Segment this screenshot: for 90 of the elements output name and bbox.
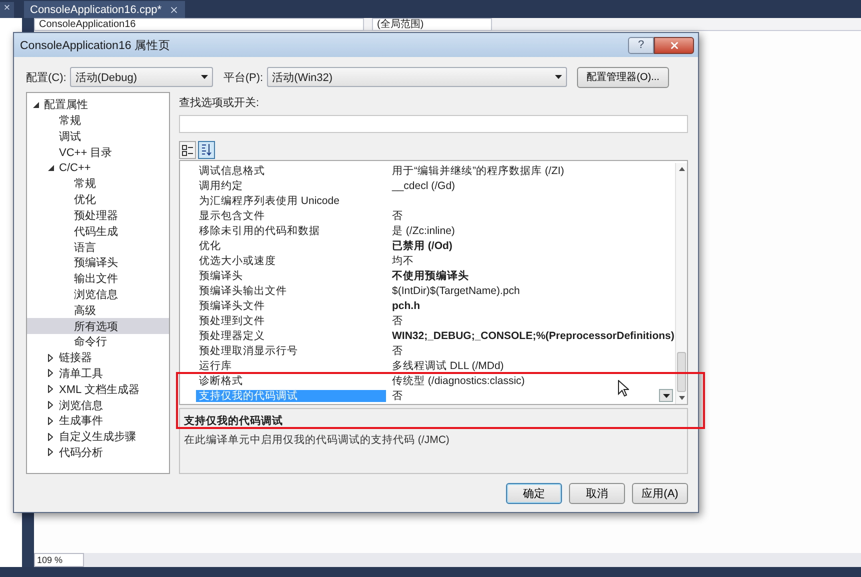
config-label: 配置(C): xyxy=(26,70,66,84)
property-name[interactable]: 预编译头 xyxy=(196,270,386,282)
scroll-down-icon xyxy=(678,396,684,400)
property-value: __cdecl (/Gd) xyxy=(392,180,456,192)
tree-item[interactable]: 命令行 xyxy=(27,334,169,350)
tree-item[interactable]: 浏览信息 xyxy=(27,286,169,302)
view-button[interactable] xyxy=(179,141,196,159)
tree-item[interactable]: 所有选项 xyxy=(27,318,169,334)
tree-item[interactable]: 优化 xyxy=(27,192,169,208)
tree-item[interactable]: 语言 xyxy=(27,239,169,255)
scrollbar[interactable] xyxy=(675,163,687,404)
tree-item[interactable]: 预处理器 xyxy=(27,208,169,224)
tree-item[interactable]: 清单工具 xyxy=(27,366,169,382)
tree-item[interactable]: XML 文档生成器 xyxy=(27,381,169,398)
dialog-button[interactable]: 取消 xyxy=(569,483,625,504)
expanded-triangle-icon xyxy=(48,165,54,172)
view-button[interactable] xyxy=(198,141,215,159)
property-name[interactable]: 诊断格式 xyxy=(196,374,386,386)
property-value: 否 xyxy=(392,388,403,402)
sort-icon xyxy=(201,144,212,156)
property-name[interactable]: 调试信息格式 xyxy=(196,164,386,176)
property-value: WIN32;_DEBUG;_CONSOLE;%(PreprocessorDefinitions) xyxy=(392,330,674,342)
config-manager-button[interactable]: 配置管理器(O)... xyxy=(577,66,670,88)
scrollbar-thumb[interactable] xyxy=(677,352,686,392)
tree-item[interactable]: 调试 xyxy=(27,128,169,144)
description-title: 支持仅我的代码调试 xyxy=(184,414,284,428)
class-dropdown[interactable]: ConsoleApplication16 xyxy=(34,18,364,31)
property-name[interactable]: 优选大小或速度 xyxy=(196,254,386,266)
property-value: pch.h xyxy=(392,300,420,312)
tree-item[interactable]: 输出文件 xyxy=(27,270,169,287)
property-name[interactable]: 移除未引用的代码和数据 xyxy=(196,224,386,236)
caret-icon xyxy=(201,75,208,79)
tree-item[interactable]: 常规 xyxy=(27,112,169,129)
tree-item[interactable]: 代码分析 xyxy=(27,444,169,460)
dialog-title: ConsoleApplication16 属性页 xyxy=(20,38,172,52)
config-dropdown[interactable]: 活动(Debug) xyxy=(70,67,214,87)
scope-dropdown[interactable]: (全局范围) xyxy=(372,18,492,31)
tree-item[interactable]: 浏览信息 xyxy=(27,397,169,413)
tree-item[interactable]: VC++ 目录 xyxy=(27,144,169,160)
search-label: 查找选项或开关: xyxy=(179,96,260,110)
mouse-pointer-icon xyxy=(618,380,629,397)
close-button[interactable] xyxy=(654,36,694,54)
tree-item[interactable]: 生成事件 xyxy=(27,412,169,429)
property-value: $(IntDir)$(TargetName).pch xyxy=(392,284,520,296)
property-name[interactable]: 调用约定 xyxy=(196,180,386,192)
expanded-triangle-icon xyxy=(33,102,39,108)
platform-dropdown[interactable]: 活动(Win32) xyxy=(267,67,568,87)
property-value: 否 xyxy=(392,208,403,222)
zoom-dropdown[interactable]: 109 % xyxy=(34,553,84,567)
tree-item[interactable]: 链接器 xyxy=(27,350,169,366)
dialog-button[interactable]: 确定 xyxy=(506,483,562,504)
help-button[interactable]: ? xyxy=(628,36,654,54)
caret-icon xyxy=(555,75,562,79)
property-name[interactable]: 预处理取消显示行号 xyxy=(196,344,386,356)
tree-item[interactable]: 常规 xyxy=(27,176,169,192)
property-value: 多线程调试 DLL (/MDd) xyxy=(392,358,504,372)
property-name[interactable]: 预处理到文件 xyxy=(196,314,386,326)
property-name[interactable]: 显示包含文件 xyxy=(196,210,386,222)
property-value: 否 xyxy=(392,344,403,358)
tree-item[interactable]: C/C++ xyxy=(27,160,169,176)
property-name[interactable]: 为汇编程序列表使用 Unicode xyxy=(196,194,386,206)
property-value: 已禁用 (/Od) xyxy=(392,238,452,252)
tree-item[interactable]: 代码生成 xyxy=(27,223,169,240)
document-tab[interactable]: ConsoleApplication16.cpp* xyxy=(24,1,186,18)
close-icon xyxy=(668,40,680,50)
property-name[interactable]: 预处理器定义 xyxy=(196,330,386,342)
property-name[interactable]: 预编译头输出文件 xyxy=(196,284,386,296)
description-text: 在此编译单元中启用仅我的代码调试的支持代码 (/JMC) xyxy=(184,433,450,447)
property-value: 是 (/Zc:inline) xyxy=(392,224,455,238)
property-name[interactable]: 预编译头文件 xyxy=(196,300,386,312)
property-name[interactable]: 优化 xyxy=(196,240,386,252)
close-button[interactable]: × xyxy=(0,2,14,18)
property-value: 均不 xyxy=(392,254,414,268)
property-value: 传统型 (/diagnostics:classic) xyxy=(392,374,525,388)
platform-label: 平台(P): xyxy=(223,70,264,84)
scroll-up-icon xyxy=(678,167,684,171)
categorized-icon xyxy=(182,144,193,156)
caret-icon xyxy=(662,394,670,398)
property-value: 否 xyxy=(392,314,403,328)
tree-item[interactable]: 高级 xyxy=(27,302,169,318)
property-name[interactable]: 运行库 xyxy=(196,360,386,372)
property-value: 用于“编辑并继续”的程序数据库 (/ZI) xyxy=(392,164,564,178)
dialog-button[interactable]: 应用(A) xyxy=(632,483,688,504)
tree-item[interactable]: 预编译头 xyxy=(27,254,169,271)
property-value: 不使用预编译头 xyxy=(392,268,469,282)
tree-item[interactable]: 自定义生成步骤 xyxy=(27,428,169,445)
tree-item[interactable]: 配置属性 xyxy=(27,97,169,113)
dropdown-button[interactable] xyxy=(659,389,673,402)
close-icon[interactable] xyxy=(169,4,180,14)
search-field[interactable] xyxy=(179,115,688,133)
